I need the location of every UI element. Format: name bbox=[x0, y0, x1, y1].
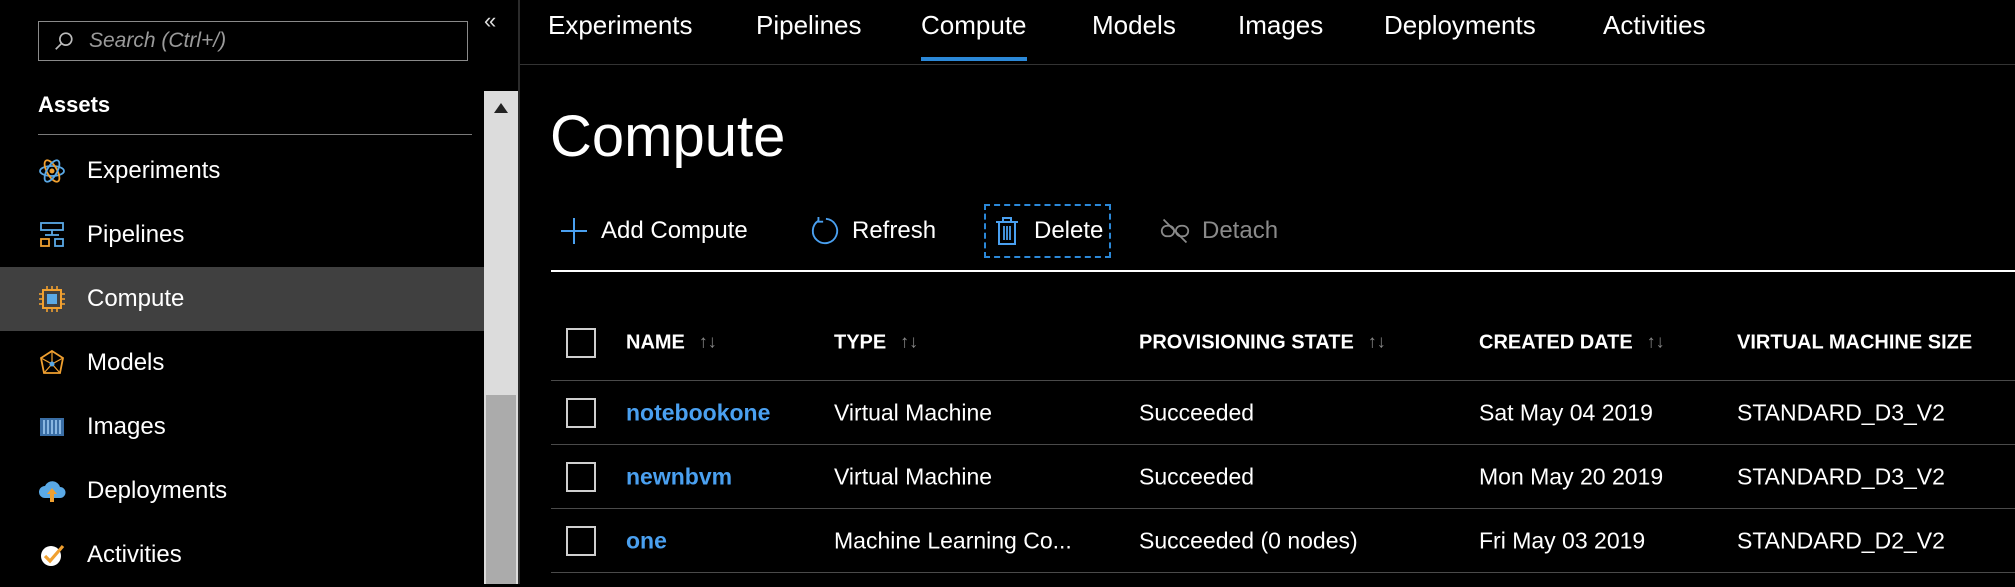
sidebar-item-pipelines[interactable]: Pipelines bbox=[0, 203, 484, 267]
delete-label: Delete bbox=[1034, 217, 1104, 244]
tab-pipelines[interactable]: Pipelines bbox=[756, 10, 862, 41]
vm-size: STANDARD_D3_V2 bbox=[1737, 463, 1945, 489]
sidebar-item-label: Experiments bbox=[87, 157, 221, 184]
cloud-upload-icon bbox=[37, 476, 67, 506]
add-compute-button[interactable]: Add Compute bbox=[559, 206, 748, 256]
tab-deployments[interactable]: Deployments bbox=[1384, 10, 1536, 41]
sidebar-item-label: Compute bbox=[87, 285, 185, 312]
created-date: Mon May 20 2019 bbox=[1479, 463, 1664, 489]
sidebar-item-models[interactable]: Models bbox=[0, 331, 484, 395]
row-checkbox[interactable] bbox=[566, 525, 596, 556]
check-badge-icon bbox=[37, 540, 67, 570]
tab-experiments[interactable]: Experiments bbox=[548, 10, 693, 41]
atom-icon bbox=[37, 156, 67, 186]
tab-images[interactable]: Images bbox=[1238, 10, 1323, 41]
compute-name-link[interactable]: newnbvm bbox=[626, 463, 732, 490]
pipeline-icon bbox=[37, 220, 67, 250]
sidebar-item-deployments[interactable]: Deployments bbox=[0, 459, 484, 523]
table-row[interactable]: newnbvm Virtual Machine Succeeded Mon Ma… bbox=[551, 445, 2015, 509]
sidebar-divider bbox=[518, 0, 520, 584]
sort-icon: ↑↓ bbox=[1367, 331, 1386, 351]
table-row[interactable]: notebookone Virtual Machine Succeeded Sa… bbox=[551, 381, 2015, 445]
column-header-vm-size[interactable]: VIRTUAL MACHINE SIZE bbox=[1737, 331, 1972, 354]
sidebar-item-activities[interactable]: Activities bbox=[0, 523, 484, 587]
compute-type: Machine Learning Co... bbox=[834, 527, 1072, 553]
table-header-row: NAME ↑↓ TYPE ↑↓ PROVISIONING STATE ↑↓ CREAT… bbox=[551, 305, 2015, 381]
tab-compute[interactable]: Compute bbox=[921, 10, 1027, 61]
refresh-icon bbox=[810, 216, 840, 246]
compute-name-link[interactable]: notebookone bbox=[626, 399, 770, 426]
provisioning-state: Succeeded bbox=[1139, 463, 1255, 489]
sidebar-item-label: Activities bbox=[87, 541, 182, 568]
triangle-up-icon bbox=[494, 103, 508, 113]
assets-divider bbox=[38, 134, 472, 135]
top-tabs: Experiments Pipelines Compute Models Ima… bbox=[520, 0, 2015, 65]
sidebar-scrollbar[interactable] bbox=[484, 91, 518, 584]
created-date: Sat May 04 2019 bbox=[1479, 399, 1653, 425]
search-icon bbox=[55, 32, 73, 50]
chip-icon bbox=[37, 284, 67, 314]
detach-button[interactable]: Detach bbox=[1160, 206, 1278, 256]
plus-icon bbox=[559, 216, 589, 246]
column-header-type[interactable]: TYPE ↑↓ bbox=[834, 331, 918, 354]
sidebar-item-compute[interactable]: Compute bbox=[0, 267, 484, 331]
sidebar-item-images[interactable]: Images bbox=[0, 395, 484, 459]
sort-icon: ↑↓ bbox=[900, 331, 919, 351]
sort-icon: ↑↓ bbox=[698, 331, 717, 351]
vm-size: STANDARD_D3_V2 bbox=[1737, 399, 1945, 425]
provisioning-state: Succeeded (0 nodes) bbox=[1139, 527, 1358, 553]
detach-label: Detach bbox=[1202, 217, 1279, 244]
unlink-icon bbox=[1160, 216, 1190, 246]
sidebar-item-experiments[interactable]: Experiments bbox=[0, 139, 484, 203]
search-input[interactable] bbox=[87, 28, 451, 54]
add-compute-label: Add Compute bbox=[601, 217, 748, 244]
search-box[interactable] bbox=[38, 21, 468, 61]
page-title: Compute bbox=[550, 104, 786, 169]
column-header-name[interactable]: NAME ↑↓ bbox=[626, 331, 717, 354]
table-row[interactable]: one Machine Learning Co... Succeeded (0 … bbox=[551, 509, 2015, 573]
created-date: Fri May 03 2019 bbox=[1479, 527, 1646, 553]
scroll-thumb[interactable] bbox=[486, 395, 516, 584]
compute-name-link[interactable]: one bbox=[626, 527, 667, 554]
assets-heading: Assets bbox=[38, 92, 111, 117]
trash-icon bbox=[992, 216, 1022, 246]
compute-table: NAME ↑↓ TYPE ↑↓ PROVISIONING STATE ↑↓ CREAT… bbox=[551, 305, 2015, 573]
compute-type: Virtual Machine bbox=[834, 463, 993, 489]
row-checkbox[interactable] bbox=[566, 397, 596, 428]
model-icon bbox=[37, 348, 67, 378]
tab-activities[interactable]: Activities bbox=[1603, 10, 1706, 41]
column-header-created-date[interactable]: CREATED DATE ↑↓ bbox=[1479, 331, 1665, 354]
column-header-provisioning-state[interactable]: PROVISIONING STATE ↑↓ bbox=[1139, 331, 1386, 354]
sidebar-item-label: Deployments bbox=[87, 477, 228, 504]
sidebar-item-label: Models bbox=[87, 349, 165, 376]
scroll-up-button[interactable] bbox=[484, 91, 518, 125]
sidebar: Assets Experiments Pipelines Compute Mod… bbox=[0, 0, 484, 584]
sidebar-nav: Experiments Pipelines Compute Models Ima… bbox=[0, 139, 484, 587]
tab-models[interactable]: Models bbox=[1092, 10, 1176, 41]
select-all-checkbox[interactable] bbox=[566, 327, 596, 358]
sort-icon: ↑↓ bbox=[1646, 331, 1665, 351]
toolbar: Add Compute Refresh Delete Detach bbox=[551, 200, 2015, 272]
collapse-sidebar-button[interactable]: « bbox=[484, 8, 496, 34]
refresh-button[interactable]: Refresh bbox=[810, 206, 936, 256]
refresh-label: Refresh bbox=[852, 217, 937, 244]
row-checkbox[interactable] bbox=[566, 461, 596, 492]
vm-size: STANDARD_D2_V2 bbox=[1737, 527, 1945, 553]
sidebar-item-label: Pipelines bbox=[87, 221, 185, 248]
compute-type: Virtual Machine bbox=[834, 399, 993, 425]
delete-button[interactable]: Delete bbox=[983, 204, 1112, 258]
provisioning-state: Succeeded bbox=[1139, 399, 1255, 425]
double-chevron-left-icon: « bbox=[484, 8, 497, 33]
container-icon bbox=[37, 412, 67, 442]
sidebar-item-label: Images bbox=[87, 413, 166, 440]
